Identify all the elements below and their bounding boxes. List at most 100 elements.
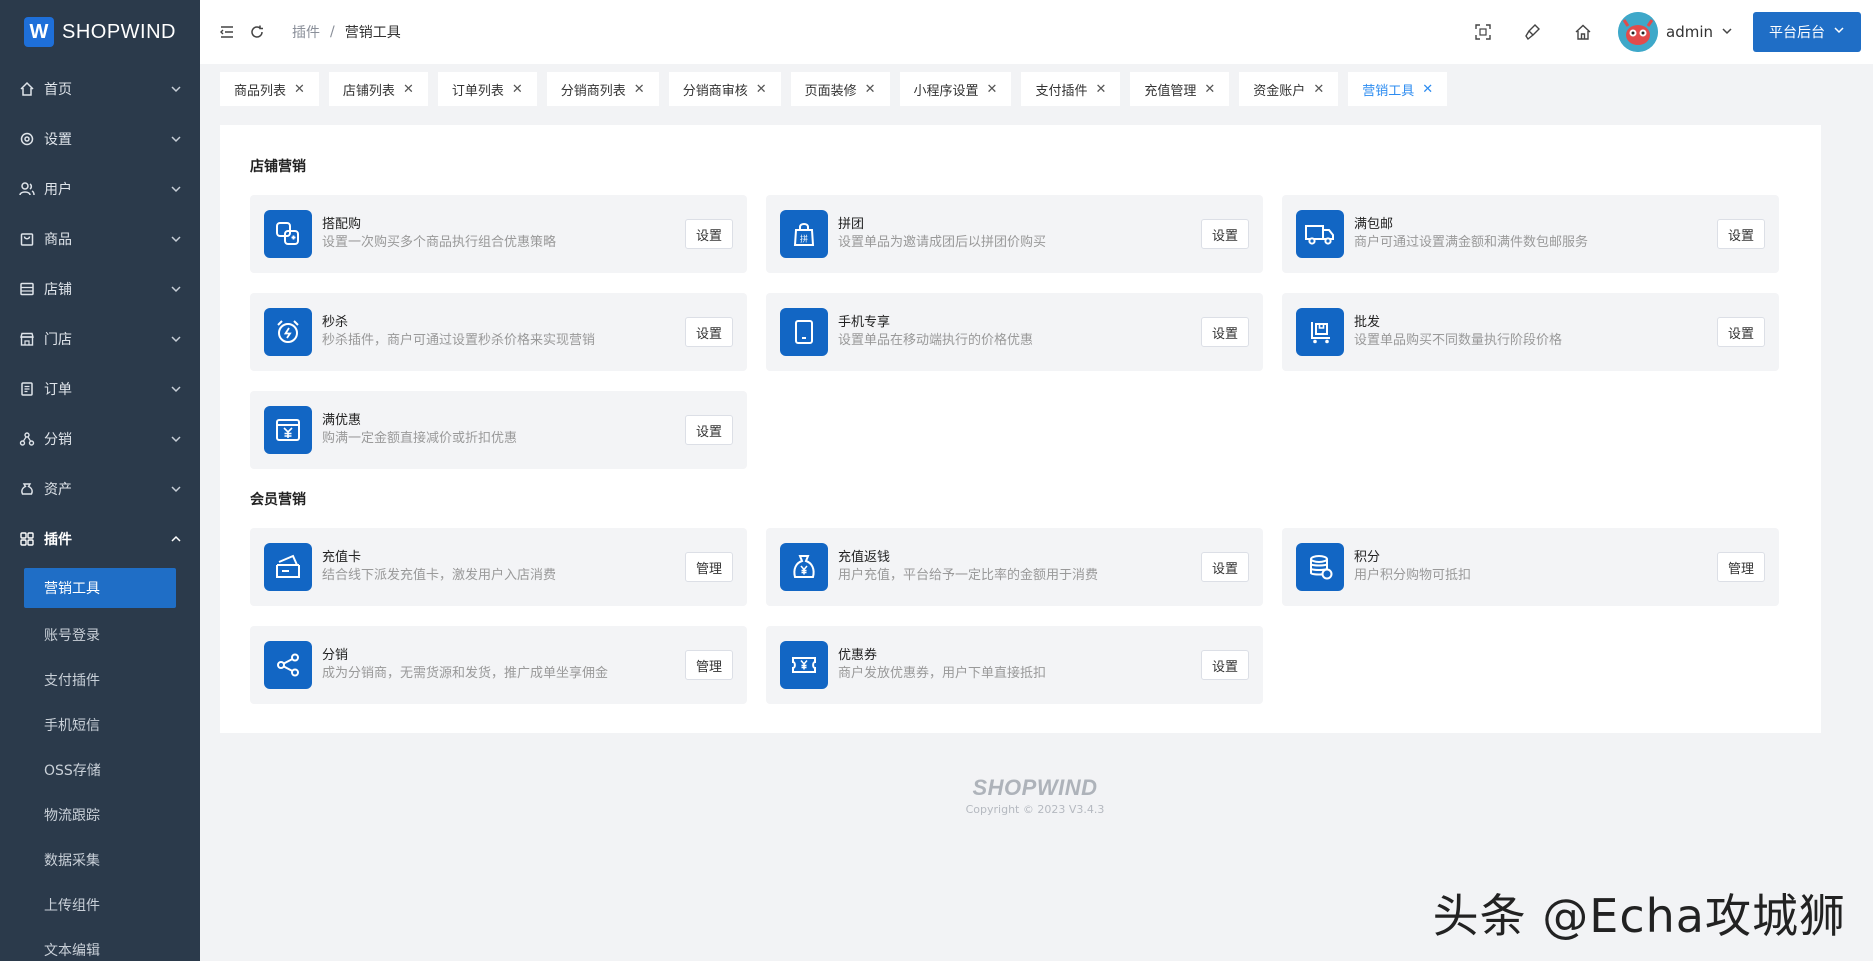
sidebar-item-assets[interactable]: 资产	[0, 464, 200, 514]
plugin-card-coupon: 优惠券 商户发放优惠券，用户下单直接抵扣 设置	[766, 626, 1263, 704]
chevron-down-icon	[170, 433, 182, 445]
cart-icon	[1296, 308, 1344, 356]
combo-icon	[264, 210, 312, 258]
plugin-manage-button[interactable]: 管理	[684, 650, 733, 680]
breadcrumb-item[interactable]: 插件	[292, 22, 320, 42]
brand-logo[interactable]: W SHOPWIND	[0, 0, 200, 64]
plugin-desc: 商户可通过设置满金额和满件数包邮服务	[1354, 235, 1589, 250]
tab-marketing-tools[interactable]: 营销工具 ✕	[1348, 72, 1448, 106]
group-buy-icon: 拼	[780, 210, 828, 258]
sidebar-item-label: 店铺	[44, 282, 72, 298]
plugin-card-combo: 搭配购 设置一次购买多个商品执行组合优惠策略 设置	[250, 195, 747, 273]
user-menu[interactable]: admin	[1618, 12, 1733, 52]
brush-icon[interactable]	[1518, 17, 1548, 47]
fullscreen-icon[interactable]	[1468, 17, 1498, 47]
phone-icon	[780, 308, 828, 356]
tab-order-list[interactable]: 订单列表 ✕	[437, 72, 537, 106]
close-icon[interactable]: ✕	[512, 82, 523, 97]
marketing-tools-panel: 店铺营销 搭配购 设置一次购买多个商品执行组合优惠策略 设置 拼 拼团 设置单品为邀…	[220, 125, 1821, 733]
svg-text:拼: 拼	[800, 234, 808, 244]
tab-payment-plugins[interactable]: 支付插件 ✕	[1021, 72, 1121, 106]
sidebar-item-settings[interactable]: 设置	[0, 114, 200, 164]
refresh-icon[interactable]	[242, 17, 272, 47]
tab-goods-list[interactable]: 商品列表 ✕	[220, 72, 319, 106]
submenu-item-sms[interactable]: 手机短信	[0, 702, 200, 747]
close-icon[interactable]: ✕	[1095, 82, 1106, 97]
truck-icon	[1296, 210, 1344, 258]
tab-store-list[interactable]: 店铺列表 ✕	[328, 72, 428, 106]
close-icon[interactable]: ✕	[756, 82, 767, 97]
tab-fund-account[interactable]: 资金账户 ✕	[1239, 72, 1339, 106]
tab-distributor-list[interactable]: 分销商列表 ✕	[546, 72, 659, 106]
plugin-name: 积分	[1354, 550, 1381, 565]
home-icon[interactable]	[1568, 17, 1598, 47]
plugin-manage-button[interactable]: 管理	[1716, 552, 1765, 582]
yuan-box-icon	[264, 406, 312, 454]
breadcrumb-separator: /	[330, 24, 335, 40]
plugin-settings-button[interactable]: 设置	[1716, 317, 1765, 347]
sidebar-item-stores[interactable]: 店铺	[0, 264, 200, 314]
plugin-settings-button[interactable]: 设置	[684, 415, 733, 445]
chevron-up-icon	[170, 533, 182, 545]
close-icon[interactable]: ✕	[403, 82, 414, 97]
tab-label: 营销工具	[1362, 83, 1415, 99]
plugin-manage-button[interactable]: 管理	[684, 552, 733, 582]
card-icon	[264, 543, 312, 591]
plugin-settings-button[interactable]: 设置	[1200, 317, 1249, 347]
footer-copyright: Copyright © 2023 V3.4.3	[965, 803, 1105, 816]
chevron-down-icon	[1833, 24, 1845, 40]
close-icon[interactable]: ✕	[987, 82, 998, 97]
sidebar-item-plugins[interactable]: 插件	[0, 514, 200, 564]
platform-button-label: 平台后台	[1769, 25, 1825, 41]
plugin-settings-button[interactable]: 设置	[1200, 552, 1249, 582]
sidebar-item-goods[interactable]: 商品	[0, 214, 200, 264]
tab-label: 分销商列表	[560, 83, 626, 99]
tab-page-decoration[interactable]: 页面装修 ✕	[790, 72, 890, 106]
tab-label: 小程序设置	[913, 83, 979, 99]
close-icon[interactable]: ✕	[1313, 82, 1324, 97]
chevron-down-icon	[170, 483, 182, 495]
tab-label: 页面装修	[804, 83, 857, 99]
plugin-settings-button[interactable]: 设置	[684, 317, 733, 347]
gear-icon	[18, 130, 36, 148]
submenu-item-payment[interactable]: 支付插件	[0, 657, 200, 702]
sidebar-item-distribution[interactable]: 分销	[0, 414, 200, 464]
plugin-settings-button[interactable]: 设置	[1200, 219, 1249, 249]
sidebar-item-orders[interactable]: 订单	[0, 364, 200, 414]
submenu-item-oss[interactable]: OSS存储	[0, 747, 200, 792]
close-icon[interactable]: ✕	[294, 82, 305, 97]
sidebar-item-users[interactable]: 用户	[0, 164, 200, 214]
plugin-settings-button[interactable]: 设置	[1716, 219, 1765, 249]
platform-backend-button[interactable]: 平台后台	[1753, 12, 1861, 52]
sidebar-item-label: 设置	[44, 132, 72, 148]
close-icon[interactable]: ✕	[865, 82, 876, 97]
plugin-name: 搭配购	[322, 217, 362, 232]
collapse-menu-icon[interactable]	[212, 17, 242, 47]
submenu-item-account-login[interactable]: 账号登录	[0, 612, 200, 657]
chevron-down-icon	[170, 233, 182, 245]
sidebar: W SHOPWIND 首页 设置 用户 商品 店铺 门店 订单 分销 资产 插件…	[0, 0, 200, 961]
submenu-item-editor[interactable]: 文本编辑	[0, 927, 200, 961]
submenu-item-upload[interactable]: 上传组件	[0, 882, 200, 927]
plugin-name: 满包邮	[1354, 217, 1394, 232]
plugin-submenu: 营销工具 账号登录 支付插件 手机短信 OSS存储 物流跟踪 数据采集 上传组件…	[0, 568, 200, 961]
sidebar-item-outlets[interactable]: 门店	[0, 314, 200, 364]
plugin-desc: 结合线下派发充值卡，激发用户入店消费	[322, 568, 557, 583]
tab-distributor-review[interactable]: 分销商审核 ✕	[668, 72, 781, 106]
tab-recharge-management[interactable]: 充值管理 ✕	[1130, 72, 1230, 106]
close-icon[interactable]: ✕	[1204, 82, 1215, 97]
sidebar-item-home[interactable]: 首页	[0, 64, 200, 114]
plugin-settings-button[interactable]: 设置	[684, 219, 733, 249]
submenu-item-logistics[interactable]: 物流跟踪	[0, 792, 200, 837]
sidebar-item-label: 订单	[44, 382, 72, 398]
close-icon[interactable]: ✕	[634, 82, 645, 97]
tab-label: 支付插件	[1035, 83, 1088, 99]
submenu-item-collect[interactable]: 数据采集	[0, 837, 200, 882]
tab-miniprogram-settings[interactable]: 小程序设置 ✕	[899, 72, 1012, 106]
submenu-item-marketing[interactable]: 营销工具	[24, 568, 176, 608]
sidebar-item-label: 资产	[44, 482, 72, 498]
close-icon[interactable]: ✕	[1422, 82, 1433, 97]
sidebar-item-label: 用户	[44, 182, 72, 198]
plugin-name: 充值返钱	[838, 550, 891, 565]
plugin-settings-button[interactable]: 设置	[1200, 650, 1249, 680]
